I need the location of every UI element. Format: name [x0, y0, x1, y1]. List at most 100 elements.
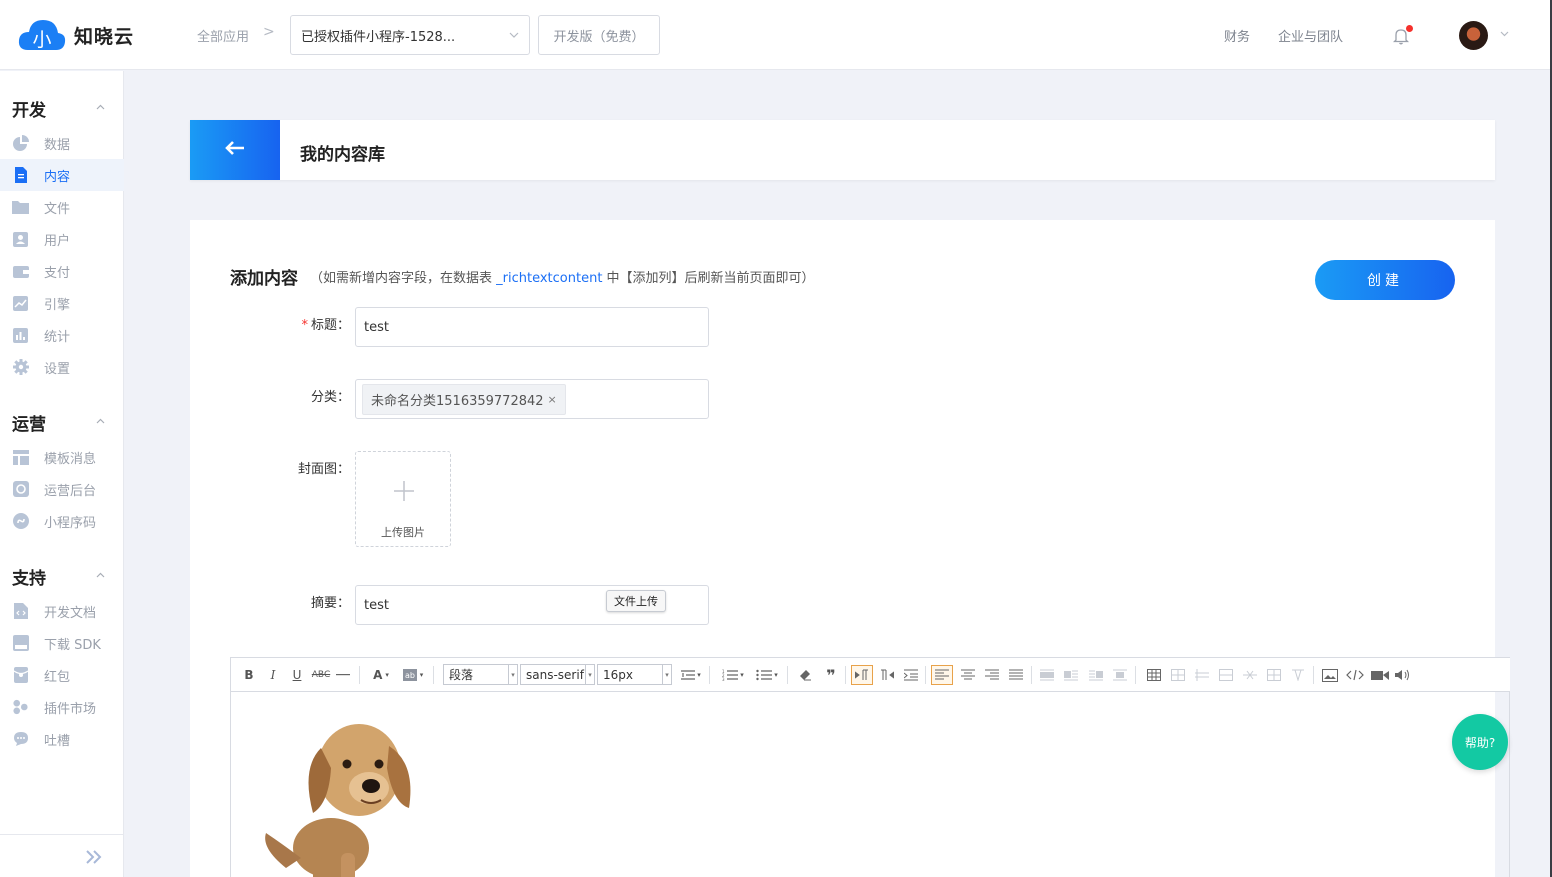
sidebar-item-plugin-market[interactable]: 插件市场: [0, 691, 124, 723]
sidebar-item-template-msg[interactable]: 模板消息: [0, 441, 124, 473]
editor-toolbar: B I U ABC A ▾ ab ▾ 段落 ▾ sans-serif ▾ 16px ▾ ▾…: [231, 658, 1510, 692]
sidebar-item-data[interactable]: 数据: [0, 127, 124, 159]
split-cells-icon[interactable]: [1264, 665, 1284, 685]
file-upload-tooltip: 文件上传: [606, 590, 666, 612]
title-field[interactable]: test: [355, 307, 709, 347]
nav-team[interactable]: 企业与团队: [1278, 26, 1343, 45]
ltr-direction-icon[interactable]: [851, 665, 873, 685]
rich-text-editor[interactable]: B I U ABC A ▾ ab ▾ 段落 ▾ sans-serif ▾ 16px ▾ ▾…: [230, 657, 1510, 877]
align-justify-icon[interactable]: [1006, 665, 1026, 685]
svg-text:3: 3: [722, 677, 725, 681]
indent-icon[interactable]: [901, 665, 921, 685]
logo-icon: 小: [18, 16, 66, 54]
chevron-down-icon: [509, 30, 519, 41]
sidebar-item-sdk[interactable]: 下载 SDK: [0, 627, 124, 659]
clear-format-icon[interactable]: [795, 665, 815, 685]
rtl-direction-icon[interactable]: [877, 665, 897, 685]
image-float-none-icon[interactable]: [1037, 665, 1057, 685]
double-chevron-right-icon[interactable]: [84, 847, 104, 867]
sidebar-section-dev[interactable]: 开发: [12, 96, 46, 121]
sidebar-item-settings[interactable]: 设置: [0, 351, 124, 383]
toolbar-divider: [1313, 666, 1314, 684]
tag-close-icon[interactable]: ×: [548, 393, 557, 406]
insert-row-icon[interactable]: [1168, 665, 1188, 685]
form-note: （如需新增内容字段，在数据表 _richtextcontent 中【添加列】后刷…: [310, 267, 815, 286]
sidebar-item-files[interactable]: 文件: [0, 191, 124, 223]
page-header-card: 我的内容库: [190, 120, 1495, 180]
sidebar-item-qrcode[interactable]: 小程序码: [0, 505, 124, 537]
sidebar-item-redpacket[interactable]: 红包: [0, 659, 124, 691]
help-button[interactable]: 帮助?: [1452, 714, 1508, 770]
ordered-list-icon[interactable]: 1 2 3 ▾: [719, 665, 747, 685]
toolbar-divider: [845, 666, 846, 684]
form-note-prefix: （如需新增内容字段，在数据表: [310, 271, 497, 286]
video-icon[interactable]: [1369, 665, 1391, 685]
app-select[interactable]: 已授权插件小程序-1528...: [290, 15, 530, 55]
sidebar-item-engine[interactable]: 引擎: [0, 287, 124, 319]
sidebar-item-ops-console[interactable]: 运营后台: [0, 473, 124, 505]
font-size-select[interactable]: 16px ▾: [597, 664, 672, 685]
sidebar-item-stats[interactable]: 统计: [0, 319, 124, 351]
breadcrumb-all-apps[interactable]: 全部应用: [197, 26, 249, 45]
italic-icon[interactable]: I: [265, 665, 281, 685]
sidebar-item-docs[interactable]: 开发文档: [0, 595, 124, 627]
toolbar-divider: [787, 666, 788, 684]
font-size-value: 16px: [603, 667, 633, 682]
strikethrough-icon[interactable]: ABC: [311, 665, 331, 685]
sidebar-section-support[interactable]: 支持: [12, 564, 46, 589]
table-link[interactable]: _richtextcontent: [496, 271, 602, 286]
sidebar-section-ops[interactable]: 运营: [12, 410, 46, 435]
red-packet-icon: [12, 667, 29, 683]
category-field[interactable]: 未命名分类1516359772842 ×: [355, 379, 709, 419]
line-height-icon[interactable]: ▾: [678, 665, 704, 685]
sidebar-item-label: 内容: [44, 169, 71, 185]
paragraph-select[interactable]: 段落 ▾: [443, 664, 518, 685]
back-button[interactable]: [190, 120, 280, 180]
version-button[interactable]: 开发版（免费）: [538, 15, 660, 55]
image-center-icon[interactable]: [1110, 665, 1130, 685]
nav-finance[interactable]: 财务: [1224, 26, 1250, 45]
align-left-icon[interactable]: [931, 665, 953, 685]
logo[interactable]: 小 知晓云: [18, 16, 134, 54]
gear-icon: [12, 359, 29, 375]
unordered-list-icon[interactable]: ▾: [753, 665, 781, 685]
chevron-down-icon: ▾: [585, 665, 594, 684]
cover-upload[interactable]: 上传图片: [355, 451, 451, 547]
insert-image-icon[interactable]: [1319, 665, 1341, 685]
chevron-down-icon[interactable]: [1500, 30, 1509, 40]
quote-icon[interactable]: ❞: [821, 665, 841, 685]
toolbar-divider: [709, 666, 710, 684]
create-button[interactable]: 创建: [1315, 260, 1455, 300]
highlight-icon[interactable]: ab ▾: [399, 665, 427, 685]
avatar[interactable]: [1459, 21, 1488, 50]
table-icon[interactable]: [1143, 665, 1165, 685]
chevron-up-icon[interactable]: [96, 571, 105, 581]
bold-icon[interactable]: B: [241, 665, 257, 685]
horizontal-rule-icon[interactable]: [335, 665, 351, 685]
sidebar-item-label: 统计: [44, 329, 71, 345]
font-family-select[interactable]: sans-serif ▾: [520, 664, 595, 685]
insert-col-icon[interactable]: [1192, 665, 1212, 685]
delete-table-icon[interactable]: [1288, 665, 1308, 685]
svg-text:ab: ab: [405, 671, 415, 680]
code-icon[interactable]: [1344, 665, 1366, 685]
align-center-icon[interactable]: [958, 665, 978, 685]
merge-cells-icon[interactable]: [1240, 665, 1260, 685]
category-tag-text: 未命名分类1516359772842: [371, 393, 544, 409]
underline-icon[interactable]: U: [289, 665, 305, 685]
title-label-text: 标题：: [310, 318, 350, 333]
sidebar-item-payment[interactable]: 支付: [0, 255, 124, 287]
sidebar-item-users[interactable]: 用户: [0, 223, 124, 255]
chevron-up-icon[interactable]: [96, 417, 105, 427]
delete-row-icon[interactable]: [1216, 665, 1236, 685]
font-family-value: sans-serif: [526, 667, 584, 682]
audio-icon[interactable]: [1393, 665, 1413, 685]
chevron-up-icon[interactable]: [96, 103, 105, 113]
align-right-icon[interactable]: [982, 665, 1002, 685]
puppy-image: [261, 708, 431, 877]
image-float-right-icon[interactable]: [1086, 665, 1106, 685]
sidebar-item-content[interactable]: 内容: [0, 159, 124, 191]
image-float-left-icon[interactable]: [1061, 665, 1081, 685]
sidebar-item-feedback[interactable]: 吐槽: [0, 723, 124, 755]
font-color-icon[interactable]: A ▾: [368, 665, 394, 685]
